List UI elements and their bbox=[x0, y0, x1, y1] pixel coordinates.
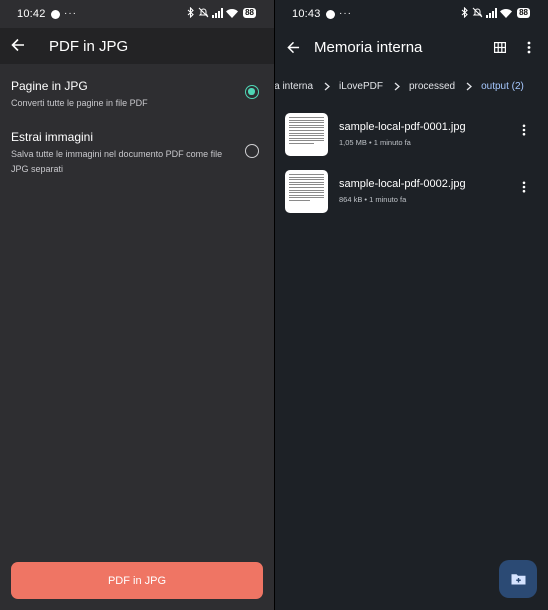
telegram-icon bbox=[326, 10, 335, 19]
list-item[interactable]: sample-local-pdf-0001.jpg 1,05 MB • 1 mi… bbox=[275, 113, 548, 161]
battery-level: 88 bbox=[517, 7, 530, 18]
file-meta: 1,05 MB • 1 minuto fa bbox=[339, 138, 411, 147]
radio-estrai-immagini[interactable] bbox=[245, 144, 259, 158]
create-folder-icon bbox=[511, 574, 525, 585]
status-bar: 10:43 ··· 88 bbox=[275, 0, 548, 28]
silent-icon bbox=[472, 7, 483, 18]
app-bar: PDF in JPG bbox=[0, 28, 274, 64]
signal-icon bbox=[486, 7, 498, 18]
signal-icon bbox=[212, 7, 224, 18]
status-time: 10:43 bbox=[292, 8, 321, 20]
back-arrow-icon[interactable] bbox=[11, 38, 25, 52]
option-title: Pagine in JPG bbox=[11, 79, 88, 93]
breadcrumb-item[interactable]: processed bbox=[409, 81, 455, 92]
page-title: PDF in JPG bbox=[49, 38, 129, 55]
back-arrow-icon[interactable] bbox=[287, 41, 300, 54]
new-folder-button[interactable] bbox=[499, 560, 537, 598]
breadcrumb-item[interactable]: oria interna bbox=[275, 81, 313, 92]
breadcrumb: oria interna iLovePDF processed output (… bbox=[275, 81, 524, 92]
breadcrumb-item[interactable]: iLovePDF bbox=[339, 81, 383, 92]
convert-button[interactable]: PDF in JPG bbox=[11, 562, 263, 599]
chevron-right-icon bbox=[466, 82, 473, 91]
battery-level: 88 bbox=[243, 7, 256, 18]
bluetooth-icon bbox=[461, 7, 468, 18]
file-meta: 864 kB • 1 minuto fa bbox=[339, 195, 407, 204]
grid-view-icon[interactable] bbox=[494, 42, 506, 53]
file-thumbnail bbox=[285, 113, 328, 156]
file-name: sample-local-pdf-0002.jpg bbox=[339, 178, 466, 190]
breadcrumb-current[interactable]: output (2) bbox=[481, 81, 524, 92]
pdf-to-jpg-screen: 10:42 ··· 88 PDF in JPG Pagine in JPG Co… bbox=[0, 0, 274, 610]
option-title: Estrai immagini bbox=[11, 130, 94, 144]
more-notifications-icon: ··· bbox=[64, 8, 77, 19]
file-more-options-icon[interactable] bbox=[522, 181, 526, 193]
more-notifications-icon: ··· bbox=[339, 8, 352, 19]
wifi-icon bbox=[226, 8, 239, 18]
file-thumbnail bbox=[285, 170, 328, 213]
file-more-options-icon[interactable] bbox=[522, 124, 526, 136]
option-estrai-immagini[interactable]: Estrai immagini Salva tutte le immagini … bbox=[0, 130, 274, 176]
radio-pagine-in-jpg[interactable] bbox=[245, 85, 259, 99]
chevron-right-icon bbox=[394, 82, 400, 91]
status-time: 10:42 bbox=[17, 8, 46, 20]
list-item[interactable]: sample-local-pdf-0002.jpg 864 kB • 1 min… bbox=[275, 170, 548, 218]
file-browser-screen: 10:43 ··· 88 Memoria interna oria intern… bbox=[275, 0, 548, 610]
bluetooth-icon bbox=[187, 7, 194, 18]
app-bar: Memoria interna bbox=[275, 28, 548, 68]
silent-icon bbox=[198, 7, 209, 18]
status-bar: 10:42 ··· 88 bbox=[0, 0, 274, 28]
page-title: Memoria interna bbox=[314, 39, 423, 56]
file-name: sample-local-pdf-0001.jpg bbox=[339, 121, 466, 133]
option-description: Converti tutte le pagine in file PDF bbox=[11, 98, 148, 108]
wifi-icon bbox=[500, 8, 513, 18]
more-options-icon[interactable] bbox=[527, 41, 531, 54]
option-pagine-in-jpg[interactable]: Pagine in JPG Converti tutte le pagine i… bbox=[0, 79, 274, 119]
chevron-right-icon bbox=[324, 82, 331, 91]
option-description: Salva tutte le immagini nel documento PD… bbox=[11, 149, 223, 174]
telegram-icon bbox=[51, 10, 60, 19]
